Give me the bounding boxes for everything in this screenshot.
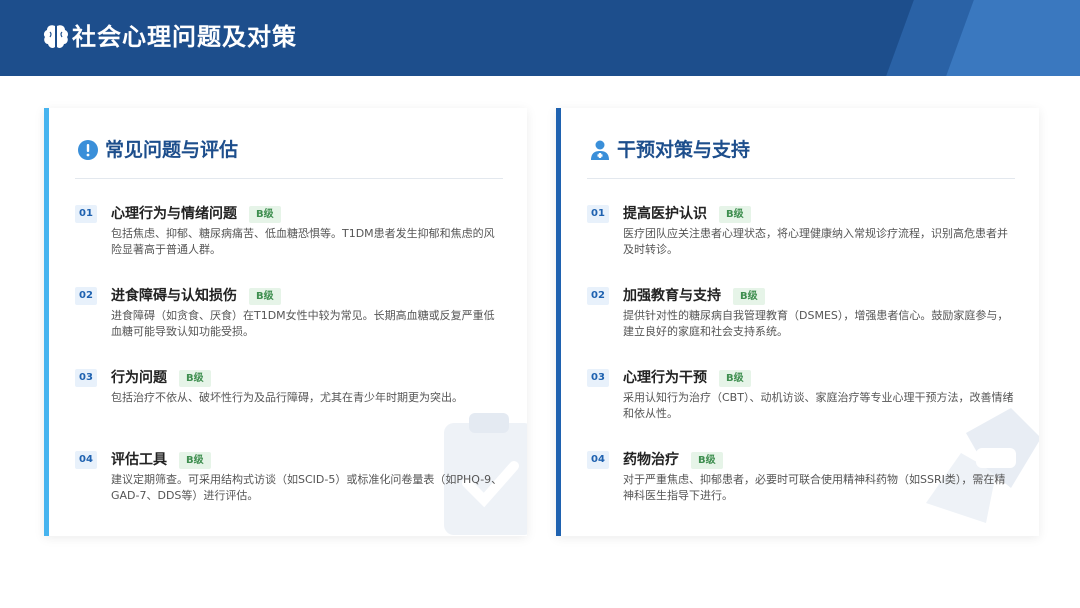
divider [75,178,503,179]
item-title: 行为问题 [111,370,167,386]
item-description: 采用认知行为治疗（CBT）、动机访谈、家庭治疗等专业心理干预方法，改善情绪和依从… [623,391,1014,420]
item-number: 02 [75,287,97,305]
item-title: 提高医护认识 [623,206,707,222]
item-description: 提供针对性的糖尿病自我管理教育（DSMES），增强患者信心。鼓励家庭参与，建立良… [623,309,1009,338]
grade-badge: B级 [249,205,281,223]
exclamation-circle-icon [78,140,98,160]
grade-badge: B级 [249,287,281,305]
grade-badge: B级 [179,451,211,469]
item-number: 04 [75,451,97,469]
item-number: 01 [75,205,97,223]
item-title: 评估工具 [111,452,167,468]
item-description: 进食障碍（如贪食、厌食）在T1DM女性中较为常见。长期高血糖或反复严重低血糖可能… [111,309,495,338]
brain-icon [43,25,69,48]
doctor-icon [591,140,609,160]
item-description: 医疗团队应关注患者心理状态，将心理健康纳入常规诊疗流程，识别高危患者并及时转诊。 [623,227,1008,256]
card-heading: 常见问题与评估 [77,136,238,164]
card-heading-text: 干预对策与支持 [617,139,751,161]
item-title: 加强教育与支持 [623,288,721,304]
grade-badge: B级 [719,369,751,387]
item-title: 心理行为与情绪问题 [111,206,237,222]
item-title: 心理行为干预 [623,370,707,386]
card-heading-text: 常见问题与评估 [105,139,239,161]
header-bar: 社会心理问题及对策 [0,0,1080,76]
card-heading: 干预对策与支持 [589,136,750,164]
divider [587,178,1015,179]
item-number: 04 [587,451,609,469]
item-description: 包括治疗不依从、破坏性行为及品行障碍，尤其在青少年时期更为突出。 [111,391,463,404]
item-description: 建议定期筛查。可采用结构式访谈（如SCID-5）或标准化问卷量表（如PHQ-9、… [111,473,503,502]
item-description: 对于严重焦虑、抑郁患者，必要时可联合使用精神科药物（如SSRI类），需在精神科医… [623,473,1006,502]
item-title: 进食障碍与认知损伤 [111,288,237,304]
interventions-card: 干预对策与支持 01 提高医护认识 B级 医疗团队应关注患者心理状态，将心理健康纳… [556,108,1039,536]
grade-badge: B级 [691,451,723,469]
item-description: 包括焦虑、抑郁、糖尿病痛苦、低血糖恐惧等。T1DM患者发生抑郁和焦虑的风险显著高… [111,227,495,256]
problems-card: 常见问题与评估 01 心理行为与情绪问题 B级 包括焦虑、抑郁、糖尿病痛苦、低血糖… [44,108,527,536]
item-number: 02 [587,287,609,305]
grade-badge: B级 [719,205,751,223]
page-title: 社会心理问题及对策 [72,23,297,51]
grade-badge: B级 [733,287,765,305]
item-number: 03 [587,369,609,387]
item-title: 药物治疗 [623,452,679,468]
item-number: 01 [587,205,609,223]
grade-badge: B级 [179,369,211,387]
item-number: 03 [75,369,97,387]
